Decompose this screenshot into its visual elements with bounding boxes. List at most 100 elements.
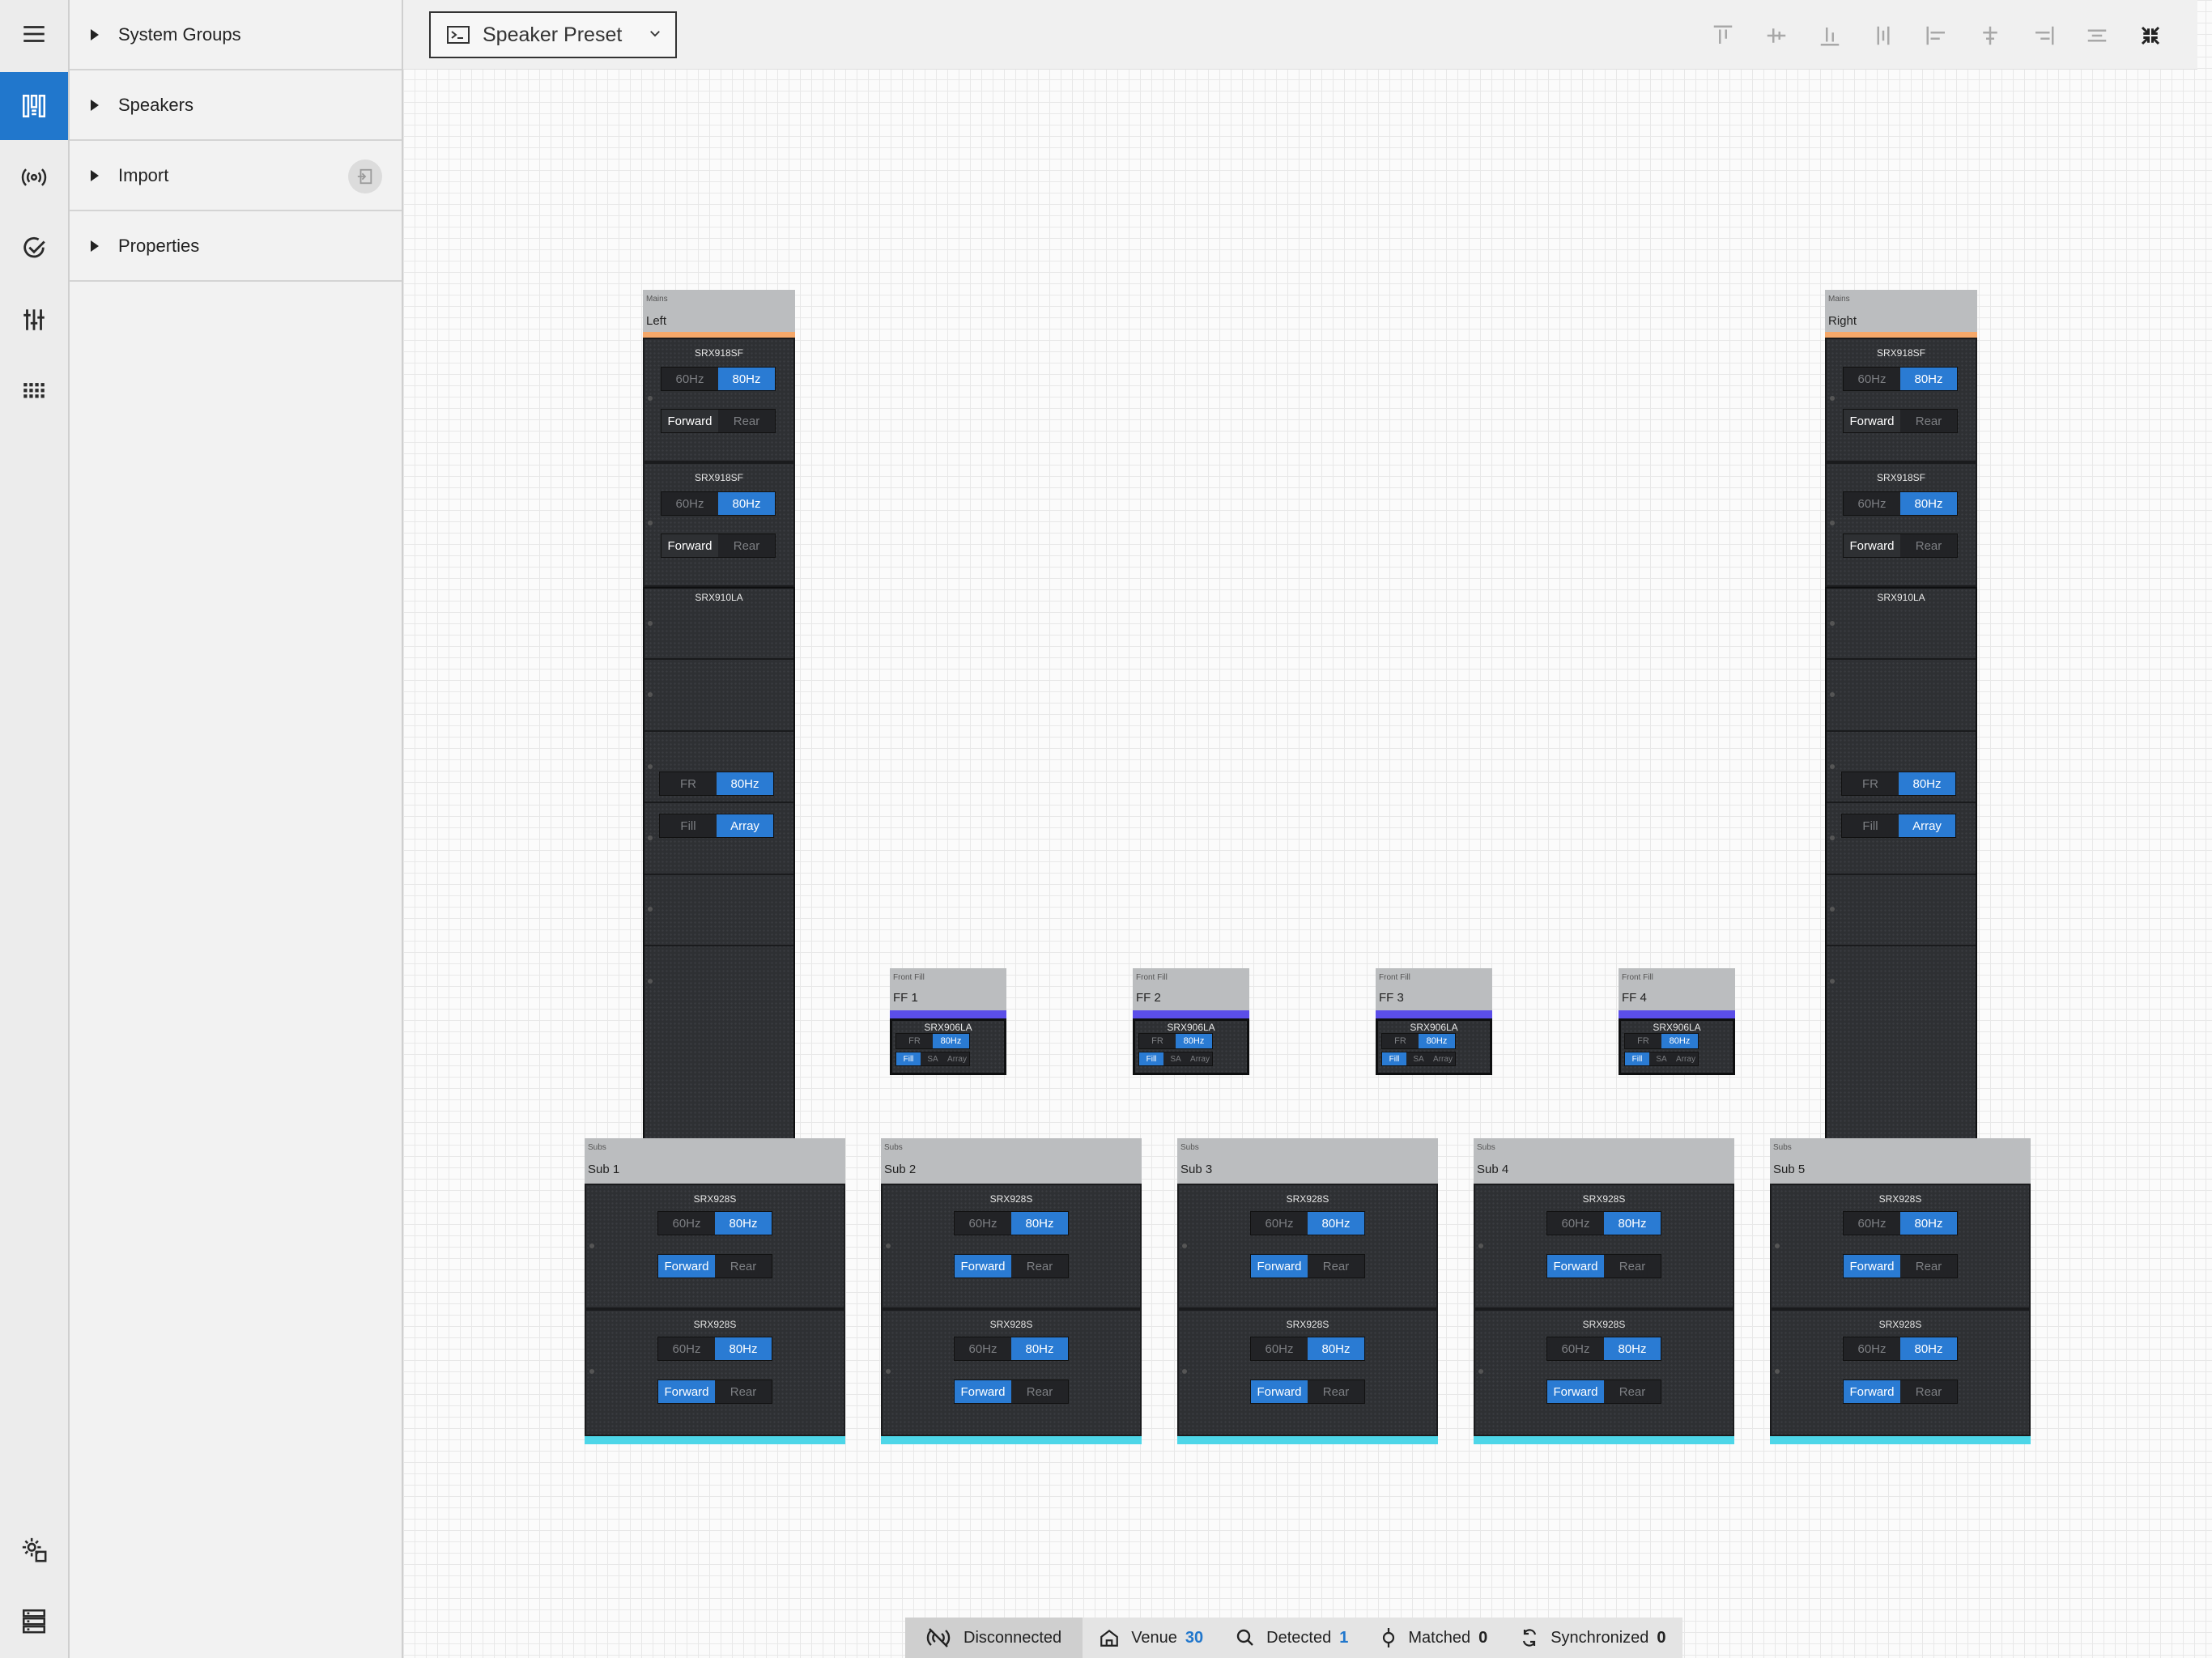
mode-toggle[interactable]: Fill SA Array <box>895 1052 970 1066</box>
mode-fr[interactable]: FR <box>660 772 717 795</box>
dir-forward[interactable]: Forward <box>1547 1380 1604 1403</box>
fr-toggle[interactable]: FR 80Hz <box>1624 1033 1699 1049</box>
mode-toggle[interactable]: Fill SA Array <box>1624 1052 1699 1066</box>
fr-toggle[interactable]: FR 80Hz <box>895 1033 970 1049</box>
freq-80hz[interactable]: 80Hz <box>718 368 775 390</box>
layout-icon[interactable] <box>0 72 68 140</box>
align-right-icon[interactable] <box>2027 19 2060 52</box>
subs-group-sub1[interactable]: Subs Sub 1 SRX928S 60Hz 80Hz Forward Rear … <box>585 1138 845 1444</box>
freq-80hz[interactable]: 80Hz <box>1308 1337 1364 1360</box>
speaker-preset-dropdown[interactable]: Speaker Preset <box>429 11 677 58</box>
distribute-horizontal-icon[interactable] <box>2081 19 2113 52</box>
mode-toggle[interactable]: Fill SA Array <box>1138 1052 1213 1066</box>
direction-toggle[interactable]: Forward Rear <box>1843 534 1958 558</box>
speaker-srx918sf[interactable]: SRX918SF 60Hz 80Hz Forward Rear <box>1825 338 1977 462</box>
crossover-toggle[interactable]: 60Hz 80Hz <box>1546 1337 1661 1361</box>
dir-rear[interactable]: Rear <box>718 534 775 557</box>
dir-forward[interactable]: Forward <box>1844 410 1900 432</box>
detected-status[interactable]: Detected 1 <box>1219 1618 1364 1658</box>
mode-sa[interactable]: SA <box>1406 1052 1431 1065</box>
dir-rear[interactable]: Rear <box>1604 1380 1661 1403</box>
freq-80hz[interactable]: 80Hz <box>1308 1212 1364 1235</box>
speaker-srx928s[interactable]: SRX928S 60Hz 80Hz Forward Rear <box>1770 1309 2031 1436</box>
direction-toggle[interactable]: Forward Rear <box>1843 1380 1958 1404</box>
dir-rear[interactable]: Rear <box>1011 1255 1068 1278</box>
crossover-toggle[interactable]: 60Hz 80Hz <box>657 1337 772 1361</box>
crossover-toggle[interactable]: 60Hz 80Hz <box>1250 1211 1365 1235</box>
mode-fr[interactable]: FR <box>1625 1034 1661 1048</box>
mode-array[interactable]: Array <box>1431 1052 1455 1065</box>
subs-group-sub5[interactable]: Subs Sub 5 SRX928S 60Hz 80Hz Forward Rear … <box>1770 1138 2031 1444</box>
direction-toggle[interactable]: Forward Rear <box>661 534 776 558</box>
venue-status[interactable]: Venue 30 <box>1083 1618 1219 1658</box>
dir-forward[interactable]: Forward <box>658 1255 715 1278</box>
dir-rear[interactable]: Rear <box>718 410 775 432</box>
dir-rear[interactable]: Rear <box>715 1380 772 1403</box>
speaker-srx906la[interactable]: SRX906LA FR 80Hz Fill SA Array <box>1376 1018 1492 1075</box>
freq-80hz[interactable]: 80Hz <box>1900 368 1957 390</box>
direction-toggle[interactable]: Forward Rear <box>1250 1380 1365 1404</box>
mode-fill[interactable]: Fill <box>660 814 717 837</box>
fr-toggle[interactable]: FR 80Hz <box>1841 772 1956 796</box>
direction-toggle[interactable]: Forward Rear <box>1546 1380 1661 1404</box>
mode-fr[interactable]: FR <box>1139 1034 1176 1048</box>
mode-fill[interactable]: Fill <box>1625 1052 1649 1065</box>
direction-toggle[interactable]: Forward Rear <box>1250 1254 1365 1278</box>
speaker-srx906la[interactable]: SRX906LA FR 80Hz Fill SA Array <box>890 1018 1006 1075</box>
dir-forward[interactable]: Forward <box>661 534 718 557</box>
server-list-icon[interactable] <box>0 1587 68 1655</box>
freq-60hz[interactable]: 60Hz <box>661 492 718 515</box>
freq-80hz[interactable]: 80Hz <box>1661 1034 1698 1048</box>
connection-status[interactable]: Disconnected <box>905 1618 1083 1658</box>
speaker-srx906la[interactable]: SRX906LA FR 80Hz Fill SA Array <box>1133 1018 1249 1075</box>
section-speakers[interactable]: Speakers <box>70 70 402 141</box>
mode-fill[interactable]: Fill <box>896 1052 921 1065</box>
subs-group-sub4[interactable]: Subs Sub 4 SRX928S 60Hz 80Hz Forward Rear … <box>1474 1138 1734 1444</box>
section-system-groups[interactable]: System Groups <box>70 0 402 70</box>
direction-toggle[interactable]: Forward Rear <box>657 1254 772 1278</box>
crossover-toggle[interactable]: 60Hz 80Hz <box>954 1211 1069 1235</box>
speaker-srx906la[interactable]: SRX906LA FR 80Hz Fill SA Array <box>1619 1018 1735 1075</box>
direction-toggle[interactable]: Forward Rear <box>657 1380 772 1404</box>
collapse-icon[interactable] <box>2134 19 2167 52</box>
mode-fill[interactable]: Fill <box>1842 814 1899 837</box>
distribute-vertical-icon[interactable] <box>1867 19 1899 52</box>
dir-forward[interactable]: Forward <box>1844 1255 1900 1278</box>
freq-60hz[interactable]: 60Hz <box>1547 1212 1604 1235</box>
crossover-toggle[interactable]: 60Hz 80Hz <box>1843 1337 1958 1361</box>
speaker-srx928s[interactable]: SRX928S 60Hz 80Hz Forward Rear <box>1177 1184 1438 1309</box>
crossover-toggle[interactable]: 60Hz 80Hz <box>1843 491 1958 516</box>
fr-toggle[interactable]: FR 80Hz <box>659 772 774 796</box>
direction-toggle[interactable]: Forward Rear <box>661 409 776 433</box>
crossover-toggle[interactable]: 60Hz 80Hz <box>1843 367 1958 391</box>
dir-rear[interactable]: Rear <box>1308 1255 1364 1278</box>
mode-array[interactable]: Array <box>1674 1052 1698 1065</box>
direction-toggle[interactable]: Forward Rear <box>954 1380 1069 1404</box>
frontfill-group-ff1[interactable]: Front Fill FF 1 SRX906LA FR 80Hz Fill SA Ar… <box>890 968 1006 1075</box>
frontfill-group-ff2[interactable]: Front Fill FF 2 SRX906LA FR 80Hz Fill SA Ar… <box>1133 968 1249 1075</box>
freq-80hz[interactable]: 80Hz <box>1011 1212 1068 1235</box>
crossover-toggle[interactable]: 60Hz 80Hz <box>661 367 776 391</box>
grid-icon[interactable] <box>0 357 68 425</box>
dir-rear[interactable]: Rear <box>1900 410 1957 432</box>
freq-80hz[interactable]: 80Hz <box>715 1337 772 1360</box>
dir-rear[interactable]: Rear <box>1900 534 1957 557</box>
dir-forward[interactable]: Forward <box>661 410 718 432</box>
speaker-srx928s[interactable]: SRX928S 60Hz 80Hz Forward Rear <box>881 1309 1142 1436</box>
mode-fr[interactable]: FR <box>896 1034 933 1048</box>
freq-60hz[interactable]: 60Hz <box>1251 1212 1308 1235</box>
crossover-toggle[interactable]: 60Hz 80Hz <box>657 1211 772 1235</box>
dir-forward[interactable]: Forward <box>658 1380 715 1403</box>
dir-forward[interactable]: Forward <box>955 1380 1011 1403</box>
section-properties[interactable]: Properties <box>70 211 402 282</box>
freq-60hz[interactable]: 60Hz <box>1844 368 1900 390</box>
dir-forward[interactable]: Forward <box>1844 1380 1900 1403</box>
matched-status[interactable]: Matched 0 <box>1364 1618 1504 1658</box>
freq-80hz[interactable]: 80Hz <box>715 1212 772 1235</box>
align-middle-icon[interactable] <box>1760 19 1793 52</box>
freq-60hz[interactable]: 60Hz <box>1547 1337 1604 1360</box>
mode-sa[interactable]: SA <box>921 1052 945 1065</box>
dir-forward[interactable]: Forward <box>1251 1255 1308 1278</box>
freq-80hz[interactable]: 80Hz <box>1419 1034 1455 1048</box>
crossover-toggle[interactable]: 60Hz 80Hz <box>1843 1211 1958 1235</box>
